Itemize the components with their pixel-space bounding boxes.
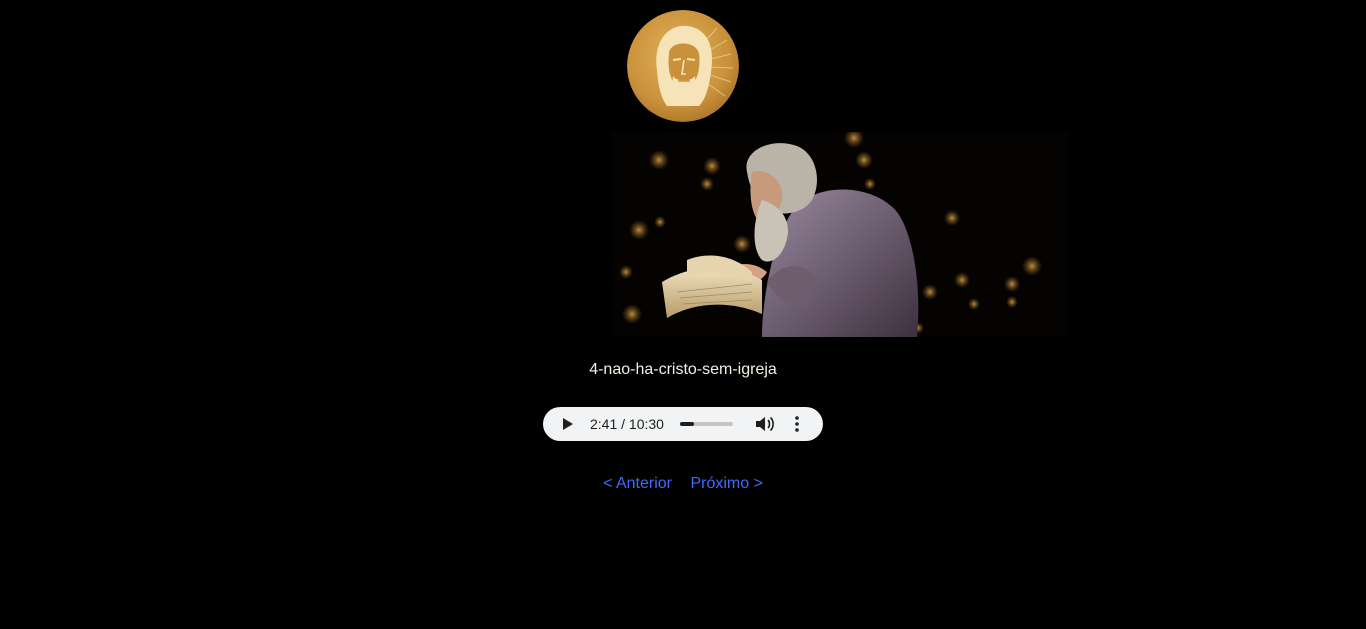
volume-button[interactable] xyxy=(755,415,775,433)
progress-slider[interactable] xyxy=(680,422,733,426)
time-display: 2:41 / 10:30 xyxy=(590,416,664,432)
audio-player[interactable]: 2:41 / 10:30 xyxy=(543,407,823,441)
more-vert-icon xyxy=(795,416,799,432)
pagination-nav: < Anterior Próximo > xyxy=(0,474,1366,494)
previous-link[interactable]: < Anterior xyxy=(603,475,672,492)
hero-elder-reading-image xyxy=(612,132,1068,337)
progress-fill xyxy=(680,422,694,426)
page: 4-nao-ha-cristo-sem-igreja 2:41 / 10:30 xyxy=(0,0,1366,629)
next-link[interactable]: Próximo > xyxy=(690,475,762,492)
play-icon xyxy=(563,418,573,430)
track-title: 4-nao-ha-cristo-sem-igreja xyxy=(589,361,777,378)
volume-icon xyxy=(756,416,774,432)
logo-christ-icon xyxy=(627,10,739,122)
play-button[interactable] xyxy=(561,417,575,431)
more-options-button[interactable] xyxy=(791,415,803,433)
